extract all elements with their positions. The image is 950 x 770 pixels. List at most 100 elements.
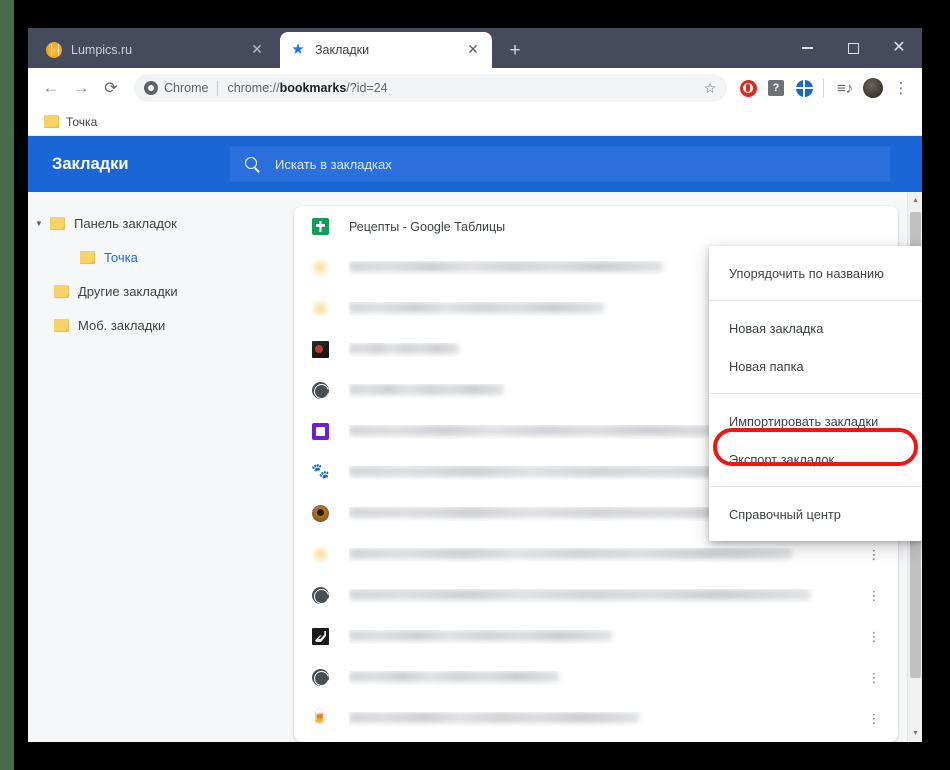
- globe-extension-icon[interactable]: [791, 75, 817, 101]
- bookmark-title: [349, 670, 864, 685]
- row-menu-icon[interactable]: ⋮: [864, 630, 884, 643]
- address-bar[interactable]: Chrome chrome://bookmarks/?id=24 ☆: [134, 74, 727, 102]
- folder-icon: [44, 115, 59, 128]
- browser-window: Lumpics.ru ✕ ★ Закладки ✕ + ✕ ← → ⟳ Chro…: [28, 28, 922, 742]
- menu-separator: [709, 393, 922, 394]
- sidebar-item-tochka[interactable]: Точка: [28, 240, 294, 274]
- close-icon[interactable]: ✕: [464, 41, 482, 59]
- toolbar-divider: [823, 79, 824, 97]
- scroll-down-arrow[interactable]: ▼: [908, 725, 922, 742]
- bookmarks-bar-item-label: Точка: [66, 114, 98, 129]
- bookmarks-bar: Точка: [28, 108, 922, 136]
- scroll-up-arrow[interactable]: ▲: [908, 192, 922, 209]
- blurred-favicon: [312, 546, 329, 563]
- menu-item-6[interactable]: Справочный центр: [709, 495, 922, 533]
- row-menu-icon[interactable]: ⋮: [864, 589, 884, 602]
- google-sheets-icon: [312, 218, 329, 235]
- row-menu-icon[interactable]: ⋮: [864, 671, 884, 684]
- window-controls: ✕: [784, 28, 922, 68]
- menu-item-2[interactable]: Новая закладка: [709, 309, 922, 347]
- sidebar-item-label: Другие закладки: [78, 283, 178, 299]
- leaf-favicon: [312, 628, 329, 645]
- menu-item-5[interactable]: Экспорт закладок: [709, 440, 922, 478]
- purple-square-favicon: [312, 423, 329, 440]
- redacted-title: [349, 588, 811, 600]
- redacted-title: [349, 629, 612, 641]
- paw-favicon: [311, 462, 330, 481]
- chevron-down-icon[interactable]: ▼: [28, 219, 50, 228]
- bookmark-row[interactable]: Рецепты - Google Таблицы: [294, 206, 898, 247]
- sidebar-item-drugie-zakladki[interactable]: Другие закладки: [28, 274, 294, 308]
- url-host: bookmarks: [279, 81, 347, 95]
- minimize-button[interactable]: [784, 28, 830, 68]
- sidebar-item-mob-zakladki[interactable]: Моб. закладки: [28, 308, 294, 342]
- redacted-title: [349, 547, 792, 559]
- badge-favicon: [312, 505, 329, 522]
- menu-item-3[interactable]: Новая папка: [709, 347, 922, 385]
- omnibox-url: chrome://bookmarks/?id=24: [227, 81, 387, 95]
- desktop-edge-strip: [0, 0, 14, 770]
- folder-icon: [80, 250, 95, 264]
- back-icon[interactable]: ←: [36, 73, 66, 103]
- bookmarks-bar-item-tochka[interactable]: Точка: [38, 112, 103, 132]
- bookmark-row[interactable]: ⋮: [294, 616, 898, 657]
- screenshot-root: Lumpics.ru ✕ ★ Закладки ✕ + ✕ ← → ⟳ Chro…: [0, 0, 950, 770]
- reading-list-icon[interactable]: ≡♪: [832, 75, 858, 101]
- maximize-button[interactable]: [830, 28, 876, 68]
- bookmark-title: [349, 547, 864, 562]
- folder-icon: [54, 318, 69, 332]
- bookmark-row[interactable]: ⋮: [294, 575, 898, 616]
- menu-item-1[interactable]: Упорядочить по названию: [709, 254, 922, 292]
- tab-bookmarks[interactable]: ★ Закладки ✕: [280, 32, 492, 68]
- menu-item-4[interactable]: Импортировать закладки: [709, 402, 922, 440]
- omnibox-scheme-label: Chrome: [164, 81, 209, 95]
- redacted-title: [349, 260, 663, 272]
- folder-icon: [54, 284, 69, 298]
- adblock-icon[interactable]: [735, 75, 761, 101]
- url-prefix: chrome://: [227, 81, 280, 95]
- beer-favicon: [311, 708, 329, 727]
- browser-menu-icon[interactable]: ⋮: [888, 75, 914, 101]
- photo-favicon: [312, 341, 329, 358]
- sidebar: ▼ Панель закладок Точка Другие закладки: [28, 192, 294, 742]
- redacted-title: [349, 711, 639, 723]
- folder-icon: [50, 216, 65, 230]
- lumpics-favicon: [46, 42, 62, 58]
- sidebar-item-label: Моб. закладки: [78, 317, 166, 333]
- globe-favicon: [312, 382, 329, 399]
- row-menu-icon[interactable]: ⋮: [864, 548, 884, 561]
- menu-separator: [709, 486, 922, 487]
- sidebar-item-label: Точка: [104, 249, 138, 265]
- search-input[interactable]: Искать в закладках: [230, 146, 890, 182]
- bookmark-row[interactable]: ⋮: [294, 698, 898, 739]
- page-title: Закладки: [52, 154, 129, 173]
- bookmark-title: [349, 588, 864, 603]
- blurred-favicon: [312, 259, 329, 276]
- bookmark-title: [349, 629, 864, 644]
- bookmark-manager-page: Закладки Искать в закладках ▼ Панель зак…: [28, 136, 922, 742]
- close-icon[interactable]: ✕: [248, 41, 266, 59]
- tab-title: Lumpics.ru: [71, 43, 133, 57]
- redacted-title: [349, 383, 504, 395]
- row-menu-icon[interactable]: ⋮: [864, 712, 884, 725]
- tab-strip: Lumpics.ru ✕ ★ Закладки ✕ + ✕: [28, 28, 922, 68]
- browser-toolbar: ← → ⟳ Chrome chrome://bookmarks/?id=24 ☆…: [28, 68, 922, 108]
- avatar[interactable]: [860, 75, 886, 101]
- bookmark-star-icon[interactable]: ☆: [697, 75, 723, 101]
- close-window-button[interactable]: ✕: [876, 28, 922, 68]
- tab-lumpics[interactable]: Lumpics.ru ✕: [36, 32, 276, 68]
- chrome-logo-icon: [144, 81, 158, 95]
- blurred-favicon: [312, 300, 329, 317]
- url-suffix: /?id=24: [346, 81, 388, 95]
- forward-icon[interactable]: →: [66, 73, 96, 103]
- help-badge-icon[interactable]: ?: [763, 75, 789, 101]
- reload-icon[interactable]: ⟳: [96, 73, 126, 103]
- new-tab-button[interactable]: +: [502, 38, 528, 64]
- sidebar-item-panel-zakladok[interactable]: ▼ Панель закладок: [28, 206, 294, 240]
- globe-favicon: [312, 669, 329, 686]
- search-placeholder: Искать в закладках: [275, 156, 392, 172]
- bookmark-row[interactable]: ⋮: [294, 739, 898, 742]
- redacted-title: [349, 424, 724, 436]
- bookmark-manager-header: Закладки Искать в закладках: [28, 136, 922, 192]
- bookmark-row[interactable]: ⋮: [294, 657, 898, 698]
